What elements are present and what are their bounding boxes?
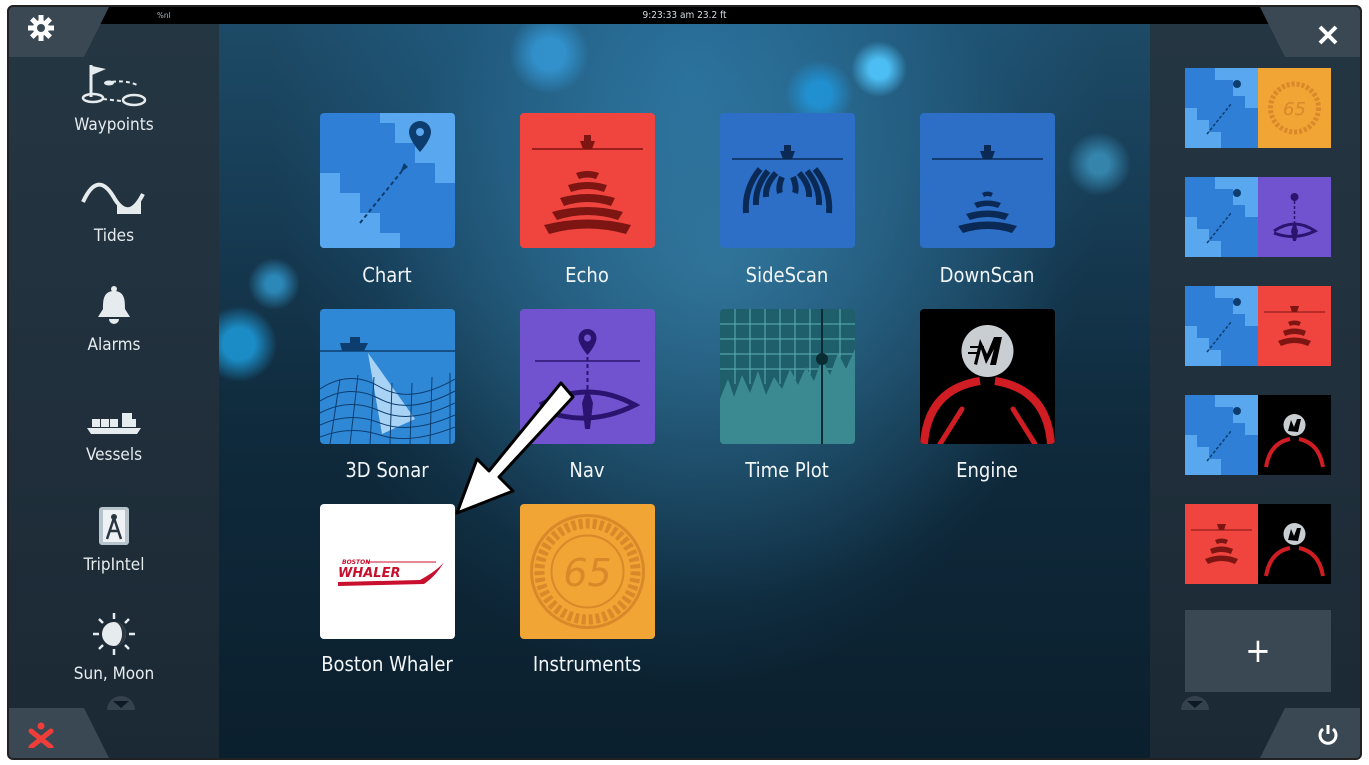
- time-plot-graph-icon: [720, 309, 855, 444]
- instruments-gauge-icon: 65: [520, 504, 655, 639]
- app-label: DownScan: [939, 263, 1035, 287]
- favorite-chart-instruments[interactable]: 65: [1185, 68, 1331, 148]
- chart-icon: [320, 113, 455, 248]
- gear-icon: [28, 15, 54, 41]
- sidebar-item-label: Vessels: [85, 445, 143, 465]
- sidebar-item-tripintel[interactable]: TripIntel: [9, 501, 219, 575]
- instruments-pane: 65: [1258, 68, 1331, 148]
- power-icon: [1318, 725, 1338, 745]
- svg-text:65: 65: [563, 551, 611, 595]
- sidescan-sonar-icon: [720, 113, 855, 248]
- app-tile-boston-whaler[interactable]: BOSTON WHALER: [320, 504, 455, 639]
- man-overboard-icon: [28, 722, 54, 748]
- sidebar-item-alarms[interactable]: Alarms: [9, 281, 219, 355]
- chart-pane: [1185, 68, 1258, 148]
- time-depth-readout: 9:23:33 am 23.2 ft: [642, 10, 727, 21]
- engine-pane: [1258, 395, 1331, 475]
- tides-wave-icon: [81, 182, 145, 214]
- svg-text:WHALER: WHALER: [338, 566, 400, 581]
- sidebar-item-label: Tides: [93, 226, 135, 246]
- app-label: Chart: [362, 263, 412, 287]
- chart-pane: [1185, 395, 1258, 475]
- app-tile-downscan[interactable]: [920, 113, 1055, 248]
- app-label: Engine: [956, 458, 1018, 482]
- app-label: Instruments: [532, 652, 642, 676]
- sidebar-item-waypoints[interactable]: Waypoints: [9, 61, 219, 135]
- plus-icon: +: [1245, 631, 1271, 671]
- chevron-down-icon: [1187, 701, 1203, 708]
- vessels-icon: [87, 413, 141, 434]
- left-sidebar: Waypoints Tides Alarms Vessels TripIntel…: [9, 24, 219, 758]
- mercury-engine-icon: [920, 309, 1055, 444]
- app-label: Time Plot: [745, 458, 829, 482]
- app-tile-engine[interactable]: [920, 309, 1055, 444]
- favorite-chart-nav[interactable]: [1185, 177, 1331, 257]
- pointer-arrow-annotation: [455, 381, 575, 515]
- app-tile-instruments[interactable]: 65: [520, 504, 655, 639]
- app-label: Boston Whaler: [321, 652, 453, 676]
- sidebar-item-label: Sun, Moon: [73, 664, 155, 684]
- app-label: SideScan: [745, 263, 829, 287]
- device-screen: %nl 9:23:33 am 23.2 ft Waypoints Tides A…: [7, 5, 1362, 760]
- app-label: Echo: [565, 263, 609, 287]
- sun-moon-icon: [93, 613, 135, 655]
- tripintel-compass-icon: [99, 507, 129, 545]
- chart-pane: [1185, 286, 1258, 366]
- 3d-sonar-icon: [320, 309, 455, 444]
- app-tile-3d-sonar[interactable]: [320, 309, 455, 444]
- add-favorite-button[interactable]: +: [1185, 610, 1331, 692]
- status-bar: %nl 9:23:33 am 23.2 ft: [9, 7, 1360, 24]
- signal-indicator: %nl: [157, 11, 171, 20]
- favorite-chart-echo[interactable]: [1185, 286, 1331, 366]
- sidebar-item-label: Alarms: [87, 335, 141, 355]
- engine-pane: [1258, 504, 1331, 584]
- app-tile-chart[interactable]: [320, 113, 455, 248]
- favorite-echo-engine[interactable]: [1185, 504, 1331, 584]
- boston-whaler-logo: BOSTONWHALER: [320, 504, 455, 639]
- sidebar-item-label: TripIntel: [83, 555, 145, 575]
- app-tile-echo[interactable]: [520, 113, 655, 248]
- downscan-sonar-icon: [920, 113, 1055, 248]
- sidebar-item-label: Waypoints: [74, 115, 154, 135]
- chevron-down-icon: [113, 701, 129, 708]
- svg-text:65: 65: [1283, 99, 1306, 120]
- bell-icon: [98, 286, 130, 324]
- nav-pane: [1258, 177, 1331, 257]
- app-tile-time-plot[interactable]: [720, 309, 855, 444]
- echo-pane: [1258, 286, 1331, 366]
- waypoints-icon: [81, 65, 147, 107]
- favorite-chart-engine[interactable]: [1185, 395, 1331, 475]
- svg-text:BOSTON: BOSTON: [342, 559, 370, 566]
- echo-pane: [1185, 504, 1258, 584]
- chart-pane: [1185, 177, 1258, 257]
- sidebar-item-vessels[interactable]: Vessels: [9, 391, 219, 465]
- close-icon: [1318, 25, 1338, 45]
- app-tile-sidescan[interactable]: [720, 113, 855, 248]
- sidebar-item-sun-moon[interactable]: Sun, Moon: [9, 610, 219, 684]
- sidebar-item-tides[interactable]: Tides: [9, 172, 219, 246]
- echo-sonar-icon: [520, 113, 655, 248]
